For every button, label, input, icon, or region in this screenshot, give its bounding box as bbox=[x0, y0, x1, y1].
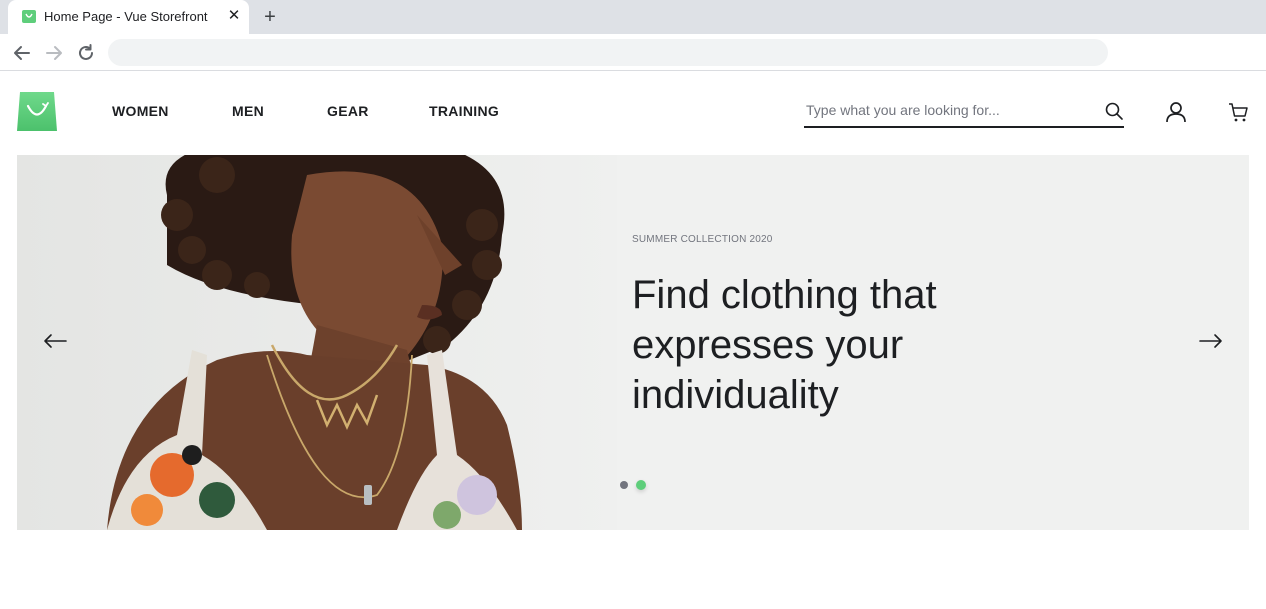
reload-icon[interactable] bbox=[75, 42, 97, 64]
cart-icon[interactable] bbox=[1228, 102, 1249, 123]
site-header: WOMEN MEN GEAR TRAINING bbox=[0, 72, 1266, 152]
tab-title: Home Page - Vue Storefront bbox=[44, 9, 208, 24]
arrow-right-icon[interactable] bbox=[1198, 330, 1224, 352]
address-bar[interactable] bbox=[108, 39, 1108, 66]
favicon-icon bbox=[22, 10, 36, 23]
hero-subtitle: SUMMER COLLECTION 2020 bbox=[632, 234, 773, 245]
nav-women[interactable]: WOMEN bbox=[112, 103, 169, 119]
new-tab-icon[interactable]: + bbox=[259, 6, 281, 28]
browser-tab-strip: Home Page - Vue Storefront ✕ + bbox=[0, 0, 1266, 34]
search-bar bbox=[804, 96, 1124, 128]
carousel-dot[interactable] bbox=[620, 481, 628, 489]
browser-toolbar bbox=[0, 34, 1266, 71]
forward-arrow-icon[interactable] bbox=[43, 42, 65, 64]
nav-men[interactable]: MEN bbox=[232, 103, 264, 119]
search-icon[interactable] bbox=[1104, 101, 1124, 121]
browser-tab[interactable]: Home Page - Vue Storefront ✕ bbox=[8, 0, 249, 34]
arrow-left-icon[interactable] bbox=[42, 330, 68, 352]
hero-banner: SUMMER COLLECTION 2020 Find clothing tha… bbox=[17, 155, 1249, 530]
carousel-dot-active[interactable] bbox=[636, 480, 646, 490]
tab-close-icon[interactable]: ✕ bbox=[224, 6, 244, 26]
search-input[interactable] bbox=[806, 96, 1086, 124]
nav-training[interactable]: TRAINING bbox=[429, 103, 499, 119]
hero-title: Find clothing that expresses your indivi… bbox=[632, 273, 937, 417]
hero-model-photo bbox=[17, 155, 617, 530]
nav-gear[interactable]: GEAR bbox=[327, 103, 369, 119]
back-arrow-icon[interactable] bbox=[11, 42, 33, 64]
storefront-logo-icon[interactable] bbox=[16, 89, 58, 133]
account-icon[interactable] bbox=[1165, 101, 1187, 123]
